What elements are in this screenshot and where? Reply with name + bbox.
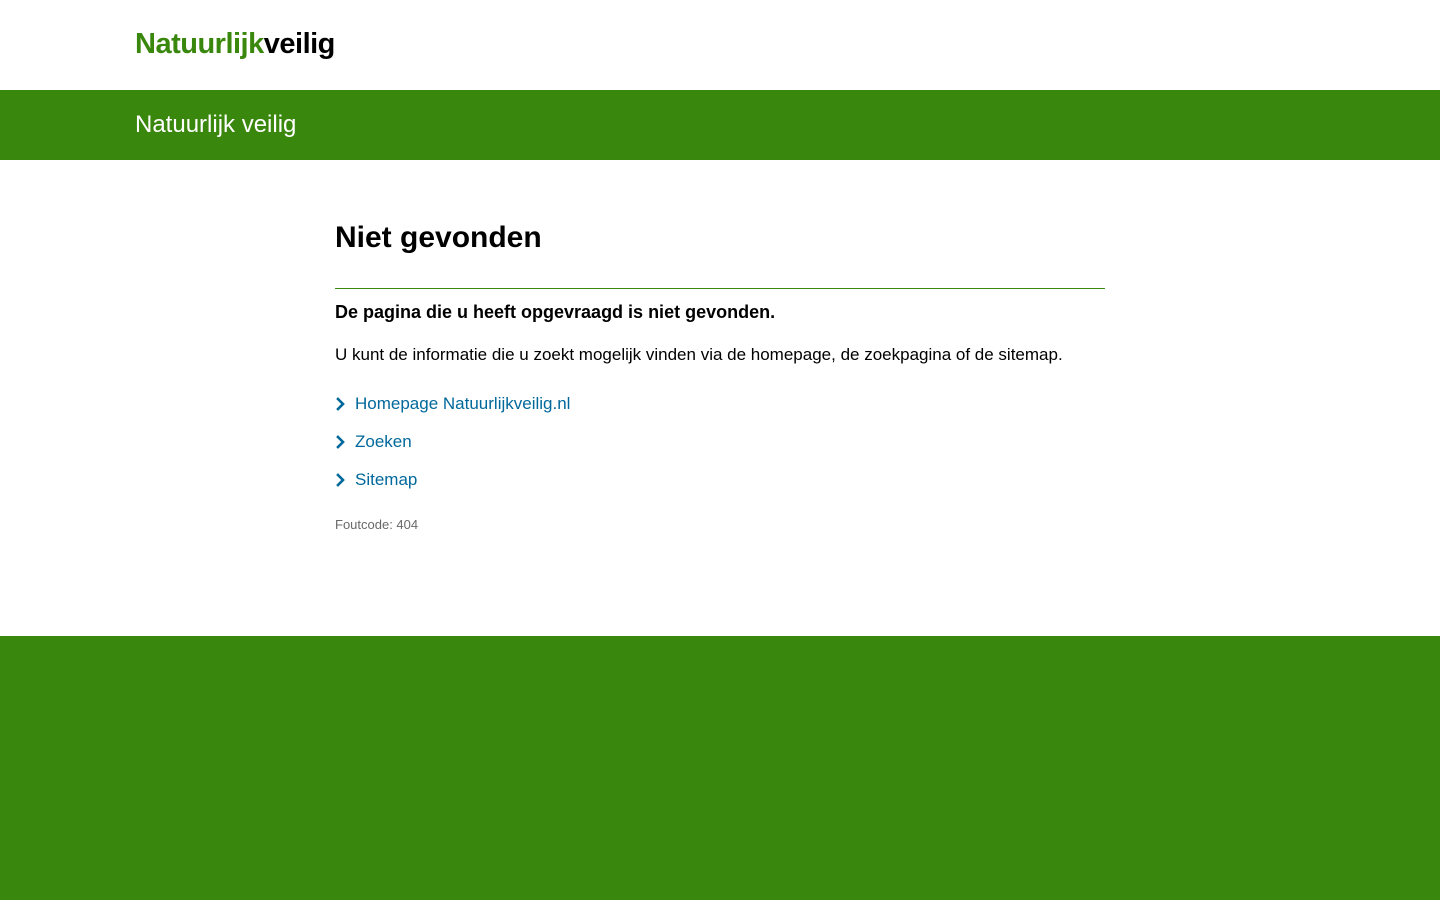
- site-logo-link[interactable]: Natuurlijkveilig: [135, 26, 335, 62]
- site-header: Natuurlijkveilig: [0, 0, 1440, 90]
- lead-text: De pagina die u heeft opgevraagd is niet…: [335, 302, 776, 322]
- page-title: Niet gevonden: [335, 221, 542, 254]
- link-item-zoeken: Zoeken: [335, 428, 570, 466]
- link-item-homepage: Homepage Natuurlijkveilig.nl: [335, 390, 570, 428]
- site-footer: [0, 636, 1440, 900]
- link-item-sitemap: Sitemap: [335, 466, 570, 504]
- sitemap-link[interactable]: Sitemap: [355, 470, 417, 489]
- intro-text: U kunt de informatie die u zoekt mogelij…: [335, 345, 1063, 364]
- chevron-right-icon: [336, 435, 345, 449]
- search-link[interactable]: Zoeken: [355, 432, 412, 451]
- banner-title: Natuurlijk veilig: [135, 111, 297, 138]
- chevron-right-icon: [336, 397, 345, 411]
- error-code: Foutcode: 404: [335, 517, 419, 532]
- site-banner: Natuurlijk veilig: [0, 90, 1440, 160]
- help-links-list: Homepage Natuurlijkveilig.nl Zoeken Site…: [335, 390, 570, 504]
- chevron-right-icon: [336, 473, 345, 487]
- logo-text-natuurlijk: Natuurlijk: [135, 28, 264, 60]
- logo-text-veilig: veilig: [263, 28, 336, 60]
- homepage-link[interactable]: Homepage Natuurlijkveilig.nl: [355, 394, 570, 413]
- title-divider: [335, 288, 1105, 289]
